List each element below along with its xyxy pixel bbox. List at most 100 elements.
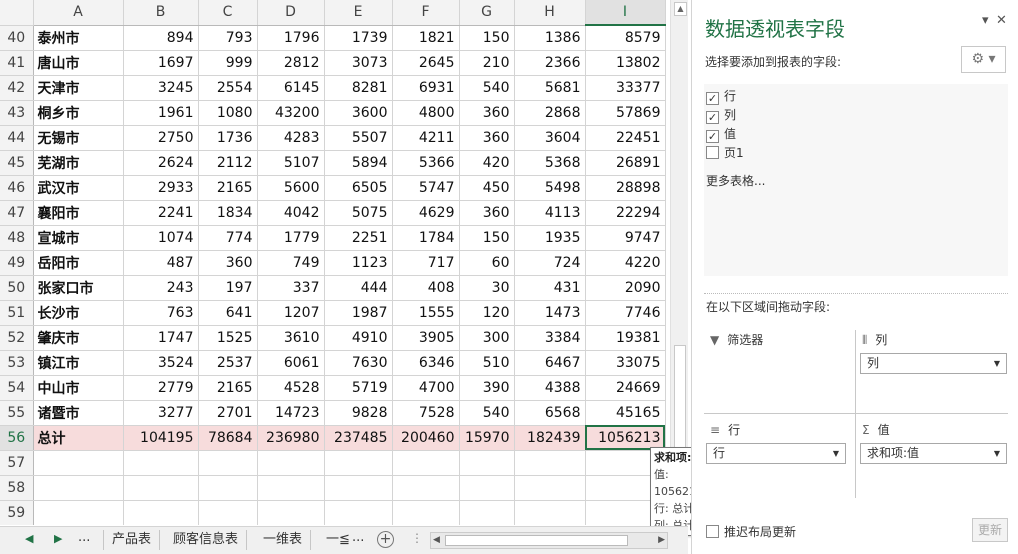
column-header-h[interactable]: H: [514, 0, 586, 26]
value-cell[interactable]: 3245: [123, 75, 199, 101]
value-cell[interactable]: 8281: [324, 75, 393, 101]
value-cell[interactable]: 2537: [198, 350, 258, 376]
city-cell[interactable]: 芜湖市: [33, 150, 124, 176]
select-all-corner[interactable]: [0, 0, 34, 26]
value-cell[interactable]: 1739: [324, 25, 393, 51]
value-cell[interactable]: 337: [257, 275, 325, 301]
value-cell[interactable]: 2933: [123, 175, 199, 201]
row-header[interactable]: 57: [0, 450, 34, 476]
value-cell[interactable]: 2701: [198, 400, 258, 426]
city-cell[interactable]: 岳阳市: [33, 250, 124, 276]
value-cell[interactable]: 19381: [585, 325, 666, 351]
value-cell[interactable]: 444: [324, 275, 393, 301]
row-header[interactable]: 55: [0, 400, 34, 426]
value-cell[interactable]: 408: [392, 275, 460, 301]
row-header[interactable]: 56: [0, 425, 34, 451]
value-cell[interactable]: 200460: [392, 425, 460, 451]
field-item-value[interactable]: ✓ 值: [706, 126, 736, 143]
rows-field-pill[interactable]: 行 ▼: [706, 443, 846, 464]
value-cell[interactable]: 5719: [324, 375, 393, 401]
value-cell[interactable]: 1123: [324, 250, 393, 276]
value-cell[interactable]: 104195: [123, 425, 199, 451]
empty-cell[interactable]: [257, 450, 325, 476]
empty-cell[interactable]: [392, 475, 460, 501]
value-cell[interactable]: 2165: [198, 175, 258, 201]
chevron-down-icon[interactable]: ▼: [994, 444, 1000, 463]
value-cell[interactable]: 540: [459, 400, 515, 426]
value-cell[interactable]: 5600: [257, 175, 325, 201]
value-cell[interactable]: 6931: [392, 75, 460, 101]
empty-cell[interactable]: [123, 475, 199, 501]
value-cell[interactable]: 43200: [257, 100, 325, 126]
columns-area[interactable]: ⦀ 列 列 ▼: [860, 331, 1007, 411]
value-cell[interactable]: 45165: [585, 400, 666, 426]
value-cell[interactable]: 2812: [257, 50, 325, 76]
checkbox-row[interactable]: ✓: [706, 92, 719, 105]
empty-cell[interactable]: [123, 450, 199, 476]
value-cell[interactable]: 243: [123, 275, 199, 301]
empty-cell[interactable]: [459, 475, 515, 501]
value-cell[interactable]: 5368: [514, 150, 586, 176]
sheet-tab-truncated[interactable]: 一≦: [318, 530, 352, 550]
close-icon[interactable]: ✕: [996, 13, 1007, 28]
value-cell[interactable]: 1080: [198, 100, 258, 126]
field-item-row[interactable]: ✓ 行: [706, 88, 736, 105]
value-cell[interactable]: 24669: [585, 375, 666, 401]
empty-cell[interactable]: [324, 475, 393, 501]
column-header-e[interactable]: E: [324, 0, 393, 26]
value-cell[interactable]: 4283: [257, 125, 325, 151]
city-cell[interactable]: 总计: [33, 425, 124, 451]
chevron-down-icon[interactable]: ▼: [994, 354, 1000, 373]
value-cell[interactable]: 3277: [123, 400, 199, 426]
city-cell[interactable]: 桐乡市: [33, 100, 124, 126]
tab-next-icon[interactable]: ▶: [54, 532, 62, 545]
row-header[interactable]: 44: [0, 125, 34, 151]
row-header[interactable]: 50: [0, 275, 34, 301]
value-cell[interactable]: 7746: [585, 300, 666, 326]
value-cell[interactable]: 150: [459, 25, 515, 51]
chevron-down-icon[interactable]: ▼: [833, 444, 839, 463]
city-cell[interactable]: 张家口市: [33, 275, 124, 301]
value-cell[interactable]: 4800: [392, 100, 460, 126]
value-cell[interactable]: 749: [257, 250, 325, 276]
value-cell[interactable]: 5507: [324, 125, 393, 151]
value-cell[interactable]: 22294: [585, 200, 666, 226]
value-cell[interactable]: 2750: [123, 125, 199, 151]
city-cell[interactable]: 无锡市: [33, 125, 124, 151]
value-cell[interactable]: 431: [514, 275, 586, 301]
value-cell[interactable]: 5498: [514, 175, 586, 201]
value-cell[interactable]: 8579: [585, 25, 666, 51]
value-cell[interactable]: 1386: [514, 25, 586, 51]
value-cell[interactable]: 6568: [514, 400, 586, 426]
empty-cell[interactable]: [257, 475, 325, 501]
empty-cell[interactable]: [514, 500, 586, 525]
value-cell[interactable]: 300: [459, 325, 515, 351]
city-cell[interactable]: 唐山市: [33, 50, 124, 76]
row-header[interactable]: 48: [0, 225, 34, 251]
value-cell[interactable]: 2624: [123, 150, 199, 176]
value-cell[interactable]: 2251: [324, 225, 393, 251]
value-cell[interactable]: 1935: [514, 225, 586, 251]
value-cell[interactable]: 6145: [257, 75, 325, 101]
sheet-tab-onedim[interactable]: 一维表: [255, 530, 312, 550]
value-cell[interactable]: 13802: [585, 50, 666, 76]
value-cell[interactable]: 774: [198, 225, 258, 251]
value-cell[interactable]: 3604: [514, 125, 586, 151]
value-cell[interactable]: 1987: [324, 300, 393, 326]
value-cell[interactable]: 3524: [123, 350, 199, 376]
value-cell[interactable]: 57869: [585, 100, 666, 126]
value-cell[interactable]: 450: [459, 175, 515, 201]
value-cell[interactable]: 2779: [123, 375, 199, 401]
value-cell[interactable]: 182439: [514, 425, 586, 451]
checkbox-col[interactable]: ✓: [706, 111, 719, 124]
value-cell[interactable]: 4629: [392, 200, 460, 226]
cell-table[interactable]: ABCDEFGHI 40 泰州市 894 793 1796 1739 1821 150 1386…: [0, 0, 666, 525]
value-cell[interactable]: 487: [123, 250, 199, 276]
more-tables-link[interactable]: 更多表格...: [706, 172, 765, 189]
value-cell[interactable]: 22451: [585, 125, 666, 151]
value-cell[interactable]: 4910: [324, 325, 393, 351]
rows-area[interactable]: ≡ 行 行 ▼: [706, 421, 848, 497]
column-header-c[interactable]: C: [198, 0, 258, 26]
field-item-col[interactable]: ✓ 列: [706, 107, 736, 124]
value-cell[interactable]: 15970: [459, 425, 515, 451]
